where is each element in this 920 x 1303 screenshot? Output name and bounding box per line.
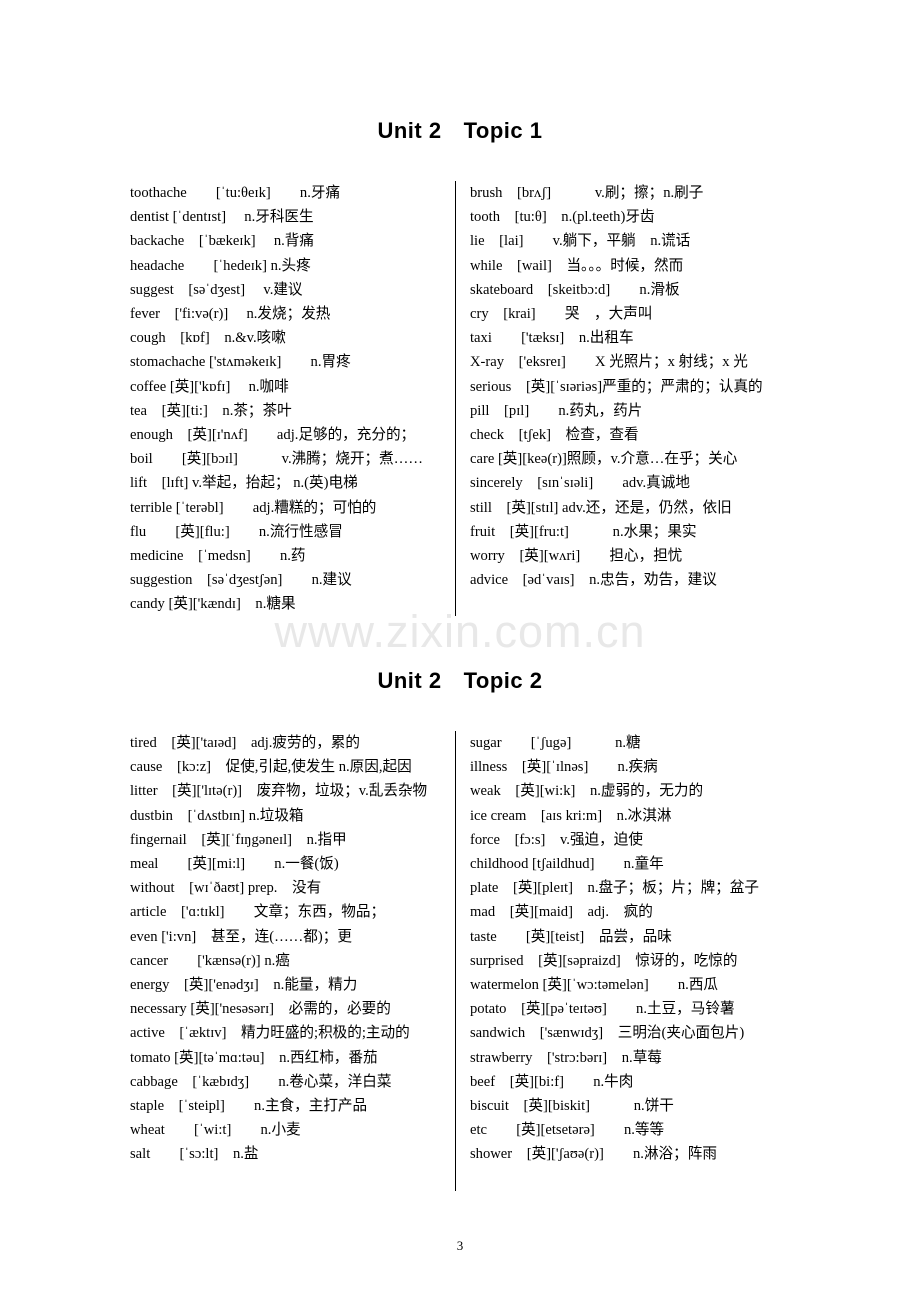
word-entry: taste [英][teist] 品尝，品味 <box>470 928 672 945</box>
word-entry: ice cream [aɪs kri:m] n.冰淇淋 <box>470 807 672 824</box>
word-entry: active [ˈæktɪv] 精力旺盛的;积极的;主动的 <box>130 1025 410 1042</box>
word-entry: X-ray ['eksreɪ] X 光照片；x 射线；x 光 <box>470 354 748 371</box>
word-entry: beef [英][bi:f] n.牛肉 <box>470 1073 634 1090</box>
word-entry: energy [英]['enədʒɪ] n.能量，精力 <box>130 977 358 994</box>
word-column-right-topic1: brush [brʌʃ] v.刷；擦；n.刷子 tooth [tu:θ] n.(… <box>470 181 788 592</box>
word-entry: plate [英][pleɪt] n.盘子；板；片；牌；盆子 <box>470 880 759 897</box>
word-entry: mad [英][maid] adj. 疯的 <box>470 904 653 921</box>
word-entry: litter [英]['lɪtə(r)] 废弃物，垃圾；v.乱丢杂物 <box>130 783 428 800</box>
word-column-right-topic2: sugar [ˈʃugə] n.糖 illness [英][ˈɪlnəs] n.… <box>470 731 788 1167</box>
word-entry: boil [英][bɔɪl] v.沸腾；烧开；煮…… <box>130 451 423 468</box>
word-entry: fruit [英][fru:t] n.水果；果实 <box>470 523 697 540</box>
word-column-left-topic1: toothache [ˈtu:θeɪk] n.牙痛 dentist [ˈdent… <box>130 181 448 617</box>
word-entry: lift [lɪft] v.举起，抬起； n.(英)电梯 <box>130 475 358 492</box>
word-entry: still [英][stɪl] adv.还，还是，仍然，依旧 <box>470 499 732 516</box>
word-entry: fingernail [英][ˈfɪŋgəneɪl] n.指甲 <box>130 831 347 848</box>
column-divider <box>455 731 456 1191</box>
word-entry: tea [英][ti:] n.茶；茶叶 <box>130 402 292 419</box>
word-entry: lie [lai] v.躺下，平躺 n.谎话 <box>470 233 691 250</box>
word-entry: cough [kɒf] n.&v.咳嗽 <box>130 330 286 347</box>
word-entry: cancer ['kænsə(r)] n.癌 <box>130 952 290 969</box>
word-entry: dustbin [ˈdʌstbɪn] n.垃圾箱 <box>130 807 304 824</box>
word-column-left-topic2: tired [英]['taɪəd] adj.疲劳的，累的 cause [kɔ:z… <box>130 731 448 1167</box>
word-entry: enough [英][ɪ'nʌf] adj.足够的，充分的； <box>130 427 416 444</box>
word-entry: stomachache ['stʌməkeɪk] n.胃疼 <box>130 354 351 371</box>
word-entry: biscuit [英][biskit] n.饼干 <box>470 1098 674 1115</box>
heading-unit-label: Unit 2 <box>377 668 442 693</box>
page-number: 3 <box>456 1238 464 1253</box>
word-entry: while [wail] 当。。。时候，然而 <box>470 257 684 274</box>
word-entry: pill [pɪl] n.药丸，药片 <box>470 402 643 419</box>
word-entry: suggest [səˈdʒest] v.建议 <box>130 281 303 298</box>
word-entry: childhood [tʃaildhud] n.童年 <box>470 856 664 873</box>
word-entry: sugar [ˈʃugə] n.糖 <box>470 735 641 751</box>
word-entry: wheat [ˈwi:t] n.小麦 <box>130 1122 301 1139</box>
word-entry: tomato [英][təˈmɑ:təu] n.西红柿，番茄 <box>130 1049 378 1066</box>
section-unit2-topic2: Unit 2 Topic 2 tired [英]['taɪəd] adj.疲劳的，… <box>0 668 920 1191</box>
section-heading-topic1: Unit 2 Topic 1 <box>0 118 920 144</box>
word-entry: staple [ˈsteipl] n.主食，主打产品 <box>130 1098 368 1115</box>
word-entry: tooth [tu:θ] n.(pl.teeth)牙齿 <box>470 209 655 226</box>
word-entry: potato [英][pəˈteɪtəʊ] n.土豆，马铃薯 <box>470 1001 735 1018</box>
word-entry: toothache [ˈtu:θeɪk] n.牙痛 <box>130 185 341 201</box>
word-entry: tired [英]['taɪəd] adj.疲劳的，累的 <box>130 735 360 751</box>
word-entry: skateboard [skeitbɔ:d] n.滑板 <box>470 281 680 298</box>
word-entry: surprised [英][səpraizd] 惊讶的，吃惊的 <box>470 952 738 969</box>
document-page: www.zixin.com.cn Unit 2 Topic 1 toothache… <box>0 0 920 1303</box>
word-entry: dentist [ˈdentɪst] n.牙科医生 <box>130 209 314 226</box>
word-entry: cry [krai] 哭 ，大声叫 <box>470 306 653 323</box>
word-entry: care [英][keə(r)]照顾，v.介意…在乎；关心 <box>470 451 738 468</box>
word-entry: advice [ədˈvaɪs] n.忠告，劝告，建议 <box>470 572 717 589</box>
word-entry: cause [kɔ:z] 促使,引起,使发生 n.原因,起因 <box>130 759 412 776</box>
word-list-columns-topic1: toothache [ˈtu:θeɪk] n.牙痛 dentist [ˈdent… <box>130 181 790 616</box>
section-heading-topic2: Unit 2 Topic 2 <box>0 668 920 694</box>
word-entry: terrible [ˈterəbl] adj.糟糕的；可怕的 <box>130 499 377 516</box>
section-unit2-topic1: Unit 2 Topic 1 toothache [ˈtu:θeɪk] n.牙痛 … <box>0 118 920 616</box>
word-entry: article ['ɑ:tɪkl] 文章；东西，物品； <box>130 904 386 921</box>
word-entry: without [wɪˈðaʊt] prep. 没有 <box>130 880 322 897</box>
word-entry: shower [英]['ʃaʊə(r)] n.淋浴；阵雨 <box>470 1146 717 1163</box>
word-entry: strawberry ['strɔ:bərɪ] n.草莓 <box>470 1049 662 1066</box>
word-entry: suggestion [səˈdʒestʃən] n.建议 <box>130 572 352 589</box>
word-entry: necessary [英]['nesəsərɪ] 必需的，必要的 <box>130 1001 391 1018</box>
word-entry: headache [ˈhedeɪk] n.头疼 <box>130 257 311 274</box>
word-entry: sincerely [sɪnˈsɪəli] adv.真诚地 <box>470 475 690 492</box>
word-entry: fever ['fi:və(r)] n.发烧；发热 <box>130 306 331 323</box>
word-entry: brush [brʌʃ] v.刷；擦；n.刷子 <box>470 185 704 201</box>
word-entry: coffee [英]['kɒfɪ] n.咖啡 <box>130 378 289 395</box>
heading-unit-label: Unit 2 <box>377 118 442 143</box>
word-entry: salt [ˈsɔ:lt] n.盐 <box>130 1146 259 1163</box>
word-entry: worry [英][wʌri] 担心，担忧 <box>470 548 683 565</box>
column-divider <box>455 181 456 616</box>
word-entry: weak [英][wi:k] n.虚弱的，无力的 <box>470 783 704 800</box>
word-entry: flu [英][flu:] n.流行性感冒 <box>130 523 343 540</box>
word-entry: watermelon [英][ˈwɔ:təmelən] n.西瓜 <box>470 977 719 994</box>
word-entry: etc [英][etsetərə] n.等等 <box>470 1122 665 1139</box>
word-entry: force [fɔ:s] v.强迫，迫使 <box>470 831 643 848</box>
word-entry: even ['i:vn] 甚至，连(……都)；更 <box>130 928 352 945</box>
word-list-columns-topic2: tired [英]['taɪəd] adj.疲劳的，累的 cause [kɔ:z… <box>130 731 790 1191</box>
word-entry: cabbage [ˈkæbɪdʒ] n.卷心菜，洋白菜 <box>130 1073 392 1090</box>
heading-topic-label: Topic 1 <box>463 118 543 143</box>
word-entry: check [tʃek] 检查，查看 <box>470 427 639 444</box>
word-entry: backache [ˈbækeɪk] n.背痛 <box>130 233 314 250</box>
word-entry: serious [英][ˈsɪəriəs]严重的；严肃的；认真的 <box>470 378 763 395</box>
word-entry: meal [英][mi:l] n.一餐(饭) <box>130 856 339 873</box>
word-entry: candy [英]['kændɪ] n.糖果 <box>130 596 296 613</box>
word-entry: illness [英][ˈɪlnəs] n.疾病 <box>470 759 658 776</box>
heading-topic-label: Topic 2 <box>463 668 543 693</box>
word-entry: medicine [ˈmedsn] n.药 <box>130 548 306 565</box>
word-entry: sandwich ['sænwɪdʒ] 三明治(夹心面包片) <box>470 1025 745 1042</box>
word-entry: taxi ['tæksɪ] n.出租车 <box>470 330 634 347</box>
